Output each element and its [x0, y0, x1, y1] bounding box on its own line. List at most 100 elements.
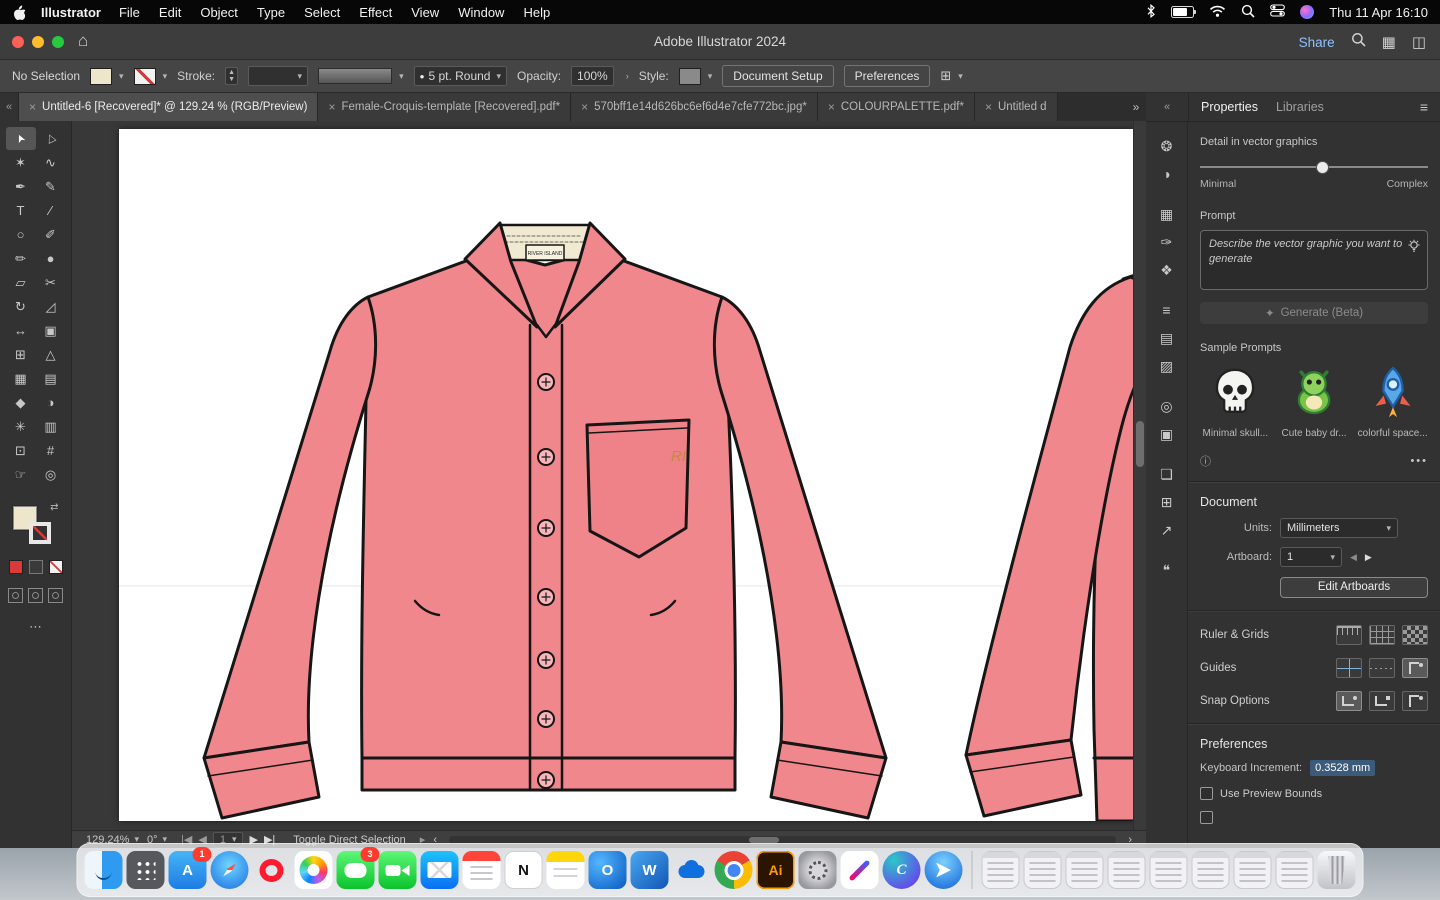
info-icon[interactable]: ⓘ — [1200, 453, 1211, 469]
dock-illustrator-icon[interactable]: Ai — [757, 851, 795, 889]
dock-minimized-window[interactable] — [1024, 851, 1062, 889]
tool-eraser[interactable]: ▱ — [6, 271, 36, 294]
dock-chrome-icon[interactable] — [715, 851, 753, 889]
gradient-swatch[interactable] — [29, 560, 43, 574]
export-panel-icon[interactable]: ↗ — [1153, 518, 1181, 542]
swap-fill-stroke-icon[interactable]: ⇄ — [50, 502, 58, 513]
tool-symbol-sprayer[interactable]: ✳ — [6, 415, 36, 438]
dock-safari-icon[interactable] — [211, 851, 249, 889]
more-tabs-icon[interactable]: » — [1126, 93, 1146, 121]
scroll-tabs-left-icon[interactable]: « — [0, 93, 19, 121]
tool-ellipse[interactable]: ○ — [6, 223, 36, 246]
dock-mail-icon[interactable] — [421, 851, 459, 889]
menu-select[interactable]: Select — [304, 5, 340, 20]
smart-guides-button[interactable] — [1402, 658, 1428, 678]
tool-lasso[interactable]: ∿ — [36, 151, 66, 174]
menu-object[interactable]: Object — [200, 5, 238, 20]
lock-guides-button[interactable] — [1369, 658, 1395, 678]
stroke-swatch[interactable] — [134, 68, 156, 85]
dock-app-store-icon[interactable]: A1 — [169, 851, 207, 889]
document-tab[interactable]: × Untitled-6 [Recovered]* @ 129.24 % (RG… — [19, 93, 318, 121]
next-artboard-icon[interactable]: ▶ — [1365, 552, 1372, 563]
edit-artboards-button[interactable]: Edit Artboards — [1280, 577, 1428, 598]
fill-color-control[interactable]: ▾ — [90, 68, 124, 85]
tab-libraries[interactable]: Libraries — [1276, 100, 1324, 114]
close-tab-icon[interactable]: × — [29, 100, 36, 114]
tool-pen[interactable]: ✒ — [6, 175, 36, 198]
spotlight-icon[interactable] — [1241, 4, 1255, 21]
sample-rocket[interactable]: colorful space... — [1357, 362, 1428, 439]
transparency-panel-icon[interactable]: ▨ — [1153, 354, 1181, 378]
more-options-control[interactable]: ⊞▾ — [940, 68, 962, 84]
panel-menu-icon[interactable]: ≡ — [1420, 99, 1428, 115]
workspace-switcher-icon[interactable]: ▦ — [1382, 33, 1396, 51]
draw-behind-mode[interactable] — [28, 588, 43, 603]
show-rulers-button[interactable] — [1336, 625, 1362, 645]
none-swatch[interactable] — [49, 560, 63, 574]
snap-to-grid-button[interactable] — [1369, 691, 1395, 711]
slider-knob[interactable] — [1316, 161, 1329, 174]
menu-file[interactable]: File — [119, 5, 140, 20]
dock-minimized-window[interactable] — [1066, 851, 1104, 889]
opacity-panel-arrow-icon[interactable]: › — [626, 71, 629, 81]
dock-notes-icon[interactable] — [547, 851, 585, 889]
draw-inside-mode[interactable] — [48, 588, 63, 603]
tool-magic-wand[interactable]: ✶ — [6, 151, 36, 174]
variable-width-dropdown[interactable]: ▾ — [318, 68, 404, 84]
symbols-panel-icon[interactable]: ❖ — [1153, 258, 1181, 282]
document-tab[interactable]: × Female-Croquis-template [Recovered].pd… — [318, 93, 571, 121]
dock-minimized-window[interactable] — [982, 851, 1020, 889]
dock-canva-icon[interactable]: C — [883, 851, 921, 889]
swatches-panel-icon[interactable]: ▦ — [1153, 202, 1181, 226]
brush-dropdown[interactable]: ●5 pt. Round▾ — [414, 66, 507, 86]
previous-artboard-icon[interactable]: ◀ — [1350, 552, 1357, 563]
dock-minimized-window[interactable] — [1108, 851, 1146, 889]
menu-window[interactable]: Window — [458, 5, 504, 20]
dock-finder-icon[interactable] — [85, 851, 123, 889]
dock-blue-app-icon[interactable] — [925, 851, 963, 889]
document-tab[interactable]: × Untitled d — [975, 93, 1058, 121]
color-panel-icon[interactable]: ◑ — [1153, 162, 1181, 186]
artboard-dropdown[interactable]: 1▾ — [1280, 547, 1342, 567]
menu-edit[interactable]: Edit — [159, 5, 181, 20]
lightbulb-icon[interactable] — [1407, 239, 1421, 257]
tool-type[interactable]: T — [6, 199, 36, 222]
dock-trash-icon[interactable] — [1318, 851, 1356, 889]
dock-settings-icon[interactable] — [799, 851, 837, 889]
show-transparency-grid-button[interactable] — [1402, 625, 1428, 645]
document-tab[interactable]: × COLOURPALETTE.pdf* — [818, 93, 975, 121]
sample-dragon[interactable]: Cute baby dr... — [1279, 362, 1350, 439]
tool-line-segment[interactable]: ∕ — [36, 199, 66, 222]
siri-icon[interactable] — [1300, 5, 1314, 19]
show-guides-button[interactable] — [1336, 658, 1362, 678]
panel-options-icon[interactable]: ••• — [1410, 455, 1428, 467]
snap-to-pixel-button[interactable] — [1402, 691, 1428, 711]
document-tab[interactable]: × 570bff1e14d626bc6ef6d4e7cfe772bc.jpg* — [571, 93, 818, 121]
share-button[interactable]: Share — [1299, 35, 1335, 50]
dock-minimized-window[interactable] — [1192, 851, 1230, 889]
brushes-panel-icon[interactable]: ✑ — [1153, 230, 1181, 254]
dock-messages-icon[interactable]: 3 — [337, 851, 375, 889]
tool-pencil[interactable]: ✏ — [6, 247, 36, 270]
tool-column-graph[interactable]: ▥ — [36, 415, 66, 438]
gradient-panel-icon[interactable]: ▤ — [1153, 326, 1181, 350]
dock-onedrive-icon[interactable] — [673, 851, 711, 889]
tool-blob-brush[interactable]: ● — [36, 247, 66, 270]
tool-blend[interactable]: ◑ — [36, 391, 66, 414]
search-icon[interactable] — [1351, 32, 1366, 52]
detail-slider[interactable] — [1200, 160, 1428, 174]
color-swatch[interactable] — [9, 560, 23, 574]
dock-minimized-window[interactable] — [1234, 851, 1272, 889]
fill-swatch[interactable] — [90, 68, 112, 85]
horizontal-scrollbar-thumb[interactable] — [749, 837, 779, 843]
preferences-button[interactable]: Preferences — [844, 65, 931, 87]
tool-scissors[interactable]: ✂ — [36, 271, 66, 294]
tool-mesh[interactable]: ▦ — [6, 367, 36, 390]
tool-slice[interactable]: # — [36, 439, 66, 462]
tool-free-transform[interactable]: ▣ — [36, 319, 66, 342]
appearance-panel-icon[interactable]: ◎ — [1153, 394, 1181, 418]
tab-properties[interactable]: Properties — [1201, 100, 1258, 114]
tool-zoom[interactable]: ◎ — [36, 463, 66, 486]
tool-artboard[interactable]: ⊡ — [6, 439, 36, 462]
draw-normal-mode[interactable] — [8, 588, 23, 603]
